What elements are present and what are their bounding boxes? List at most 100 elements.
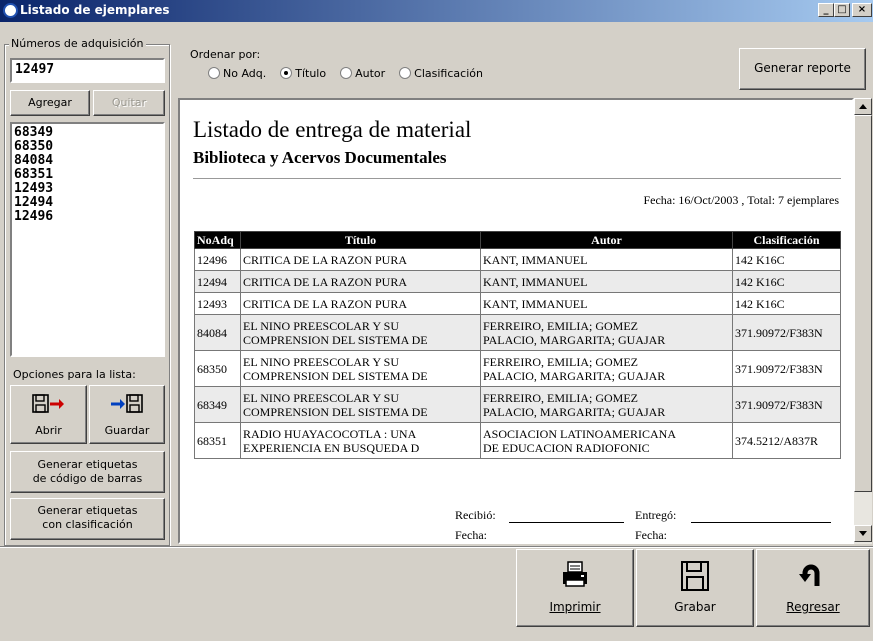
radio-icon[interactable] (340, 67, 353, 79)
printer-icon (563, 561, 587, 587)
cell-autor: KANT, IMMANUEL (480, 292, 733, 315)
cell-clasificacion: 371.90972/F383N (732, 386, 841, 423)
cell-noadq: 84084 (194, 314, 241, 351)
open-file-icon (32, 394, 64, 413)
report-table: NoAdq Título Autor Clasificación 12496 CR… (194, 231, 841, 459)
sort-option[interactable]: No Adq. (208, 67, 266, 80)
grabar-label: Grabar (674, 600, 716, 614)
list-item[interactable]: 68349 (14, 126, 161, 140)
table-row: 12493 CRITICA DE LA RAZON PURA KANT, IMMAN… (194, 292, 841, 315)
scroll-down-arrow[interactable] (854, 525, 872, 542)
cell-noadq: 12496 (194, 248, 241, 271)
window-title: Listado de ejemplares (20, 3, 170, 17)
return-arrow-icon (799, 564, 820, 586)
cell-titulo: RADIO HUAYACOCOTLA : UNA EXPERIENCIA EN B… (240, 422, 481, 459)
report-subtitle: Biblioteca y Acervos Documentales (193, 148, 447, 167)
maximize-button[interactable]: □ (834, 3, 850, 17)
grabar-button[interactable]: Grabar (636, 549, 754, 627)
cell-noadq: 12494 (194, 270, 241, 293)
cell-noadq: 68349 (194, 386, 241, 423)
opciones-label: Opciones para la lista: (13, 368, 136, 381)
adquisicion-list[interactable]: 68349 68350 84084 68351 12493 12494 12496 (10, 122, 165, 357)
list-item[interactable]: 68351 (14, 168, 161, 182)
recibio-fecha-label: Fecha: (455, 528, 487, 542)
title-bar: Listado de ejemplares _ □ × (0, 0, 873, 22)
clasif-label-1: Generar etiquetas (37, 504, 138, 517)
sort-option[interactable]: Título (280, 67, 326, 80)
radio-icon[interactable] (208, 67, 220, 79)
radio-icon[interactable] (280, 67, 293, 79)
clasif-label-2: con clasificación (42, 518, 133, 531)
cell-autor: ASOCIACION LATINOAMERICANA DE EDUCACION R… (480, 422, 733, 459)
cell-autor: FERREIRO, EMILIA; GOMEZ PALACIO, MARGARIT… (480, 314, 733, 351)
abrir-label: Abrir (35, 424, 62, 437)
entrego-line (691, 522, 831, 523)
col-titulo: Título (240, 231, 481, 249)
recibio-label: Recibió: (455, 508, 496, 522)
sort-option-label: Clasificación (414, 67, 483, 80)
adquisicion-input[interactable]: 12497 (10, 58, 165, 83)
save-file-icon (111, 394, 143, 413)
cell-clasificacion: 142 K16C (732, 248, 841, 271)
cell-autor: KANT, IMMANUEL (480, 248, 733, 271)
generar-barcode-button[interactable]: Generar etiquetas de código de barras (10, 451, 165, 493)
ordenar-options: No Adq. Título Autor Clasificación (208, 67, 497, 80)
list-item[interactable]: 12494 (14, 196, 161, 210)
cell-noadq: 12493 (194, 292, 241, 315)
list-item[interactable]: 12496 (14, 210, 161, 224)
scroll-up-arrow[interactable] (854, 98, 872, 115)
sort-option-label: Autor (355, 67, 386, 80)
guardar-button[interactable]: Guardar (89, 385, 165, 444)
radio-icon[interactable] (399, 67, 412, 79)
generar-reporte-button[interactable]: Generar reporte (739, 48, 866, 90)
report-title: Listado de entrega de material (193, 117, 472, 142)
cell-titulo: EL NINO PREESCOLAR Y SU COMPRENSION DEL S… (240, 350, 481, 387)
report-divider (193, 178, 841, 179)
sort-option[interactable]: Clasificación (399, 67, 483, 80)
cell-titulo: CRITICA DE LA RAZON PURA (240, 292, 481, 315)
sort-option-label: No Adq. (223, 67, 267, 80)
col-noadq: NoAdq (194, 231, 241, 249)
adquisicion-label: Números de adquisición (9, 37, 146, 50)
col-autor: Autor (480, 231, 733, 249)
cell-clasificacion: 142 K16C (732, 292, 841, 315)
abrir-button[interactable]: Abrir (10, 385, 87, 444)
cell-noadq: 68351 (194, 422, 241, 459)
report-view: Listado de entrega de material Bibliotec… (178, 98, 854, 544)
minimize-button[interactable]: _ (818, 3, 834, 17)
regresar-label: Regresar (786, 600, 840, 614)
ordenar-label: Ordenar por: (190, 48, 261, 61)
scroll-thumb[interactable] (854, 115, 872, 492)
table-row: 84084 EL NINO PREESCOLAR Y SU COMPRENSION … (194, 314, 841, 351)
cell-clasificacion: 142 K16C (732, 270, 841, 293)
cell-clasificacion: 371.90972/F383N (732, 314, 841, 351)
cell-titulo: CRITICA DE LA RAZON PURA (240, 270, 481, 293)
app-icon (3, 3, 18, 18)
cell-noadq: 68350 (194, 350, 241, 387)
recibio-line (509, 522, 624, 523)
barcode-label-2: de código de barras (32, 472, 143, 485)
cell-titulo: EL NINO PREESCOLAR Y SU COMPRENSION DEL S… (240, 386, 481, 423)
report-fecha: Fecha: 16/Oct/2003 , Total: 7 ejemplares (643, 193, 839, 207)
barcode-label-1: Generar etiquetas (37, 458, 138, 471)
cell-autor: KANT, IMMANUEL (480, 270, 733, 293)
bottom-divider (0, 546, 873, 548)
table-row: 68351 RADIO HUAYACOCOTLA : UNA EXPERIENCIA… (194, 422, 841, 459)
list-item[interactable]: 68350 (14, 140, 161, 154)
quitar-button[interactable]: Quitar (93, 90, 165, 116)
imprimir-button[interactable]: Imprimir (516, 549, 634, 627)
table-row: 12494 CRITICA DE LA RAZON PURA KANT, IMMAN… (194, 270, 841, 293)
guardar-label: Guardar (104, 424, 150, 437)
cell-autor: FERREIRO, EMILIA; GOMEZ PALACIO, MARGARIT… (480, 350, 733, 387)
agregar-button[interactable]: Agregar (10, 90, 90, 116)
table-row: 12496 CRITICA DE LA RAZON PURA KANT, IMMAN… (194, 248, 841, 271)
imprimir-label: Imprimir (549, 600, 601, 614)
list-item[interactable]: 84084 (14, 154, 161, 168)
col-clasificacion: Clasificación (732, 231, 841, 249)
generar-clasif-button[interactable]: Generar etiquetas con clasificación (10, 498, 165, 540)
regresar-button[interactable]: Regresar (756, 549, 870, 627)
list-item[interactable]: 12493 (14, 182, 161, 196)
report-scrollbar[interactable] (854, 98, 872, 544)
close-button[interactable]: × (852, 3, 872, 17)
sort-option[interactable]: Autor (340, 67, 385, 80)
